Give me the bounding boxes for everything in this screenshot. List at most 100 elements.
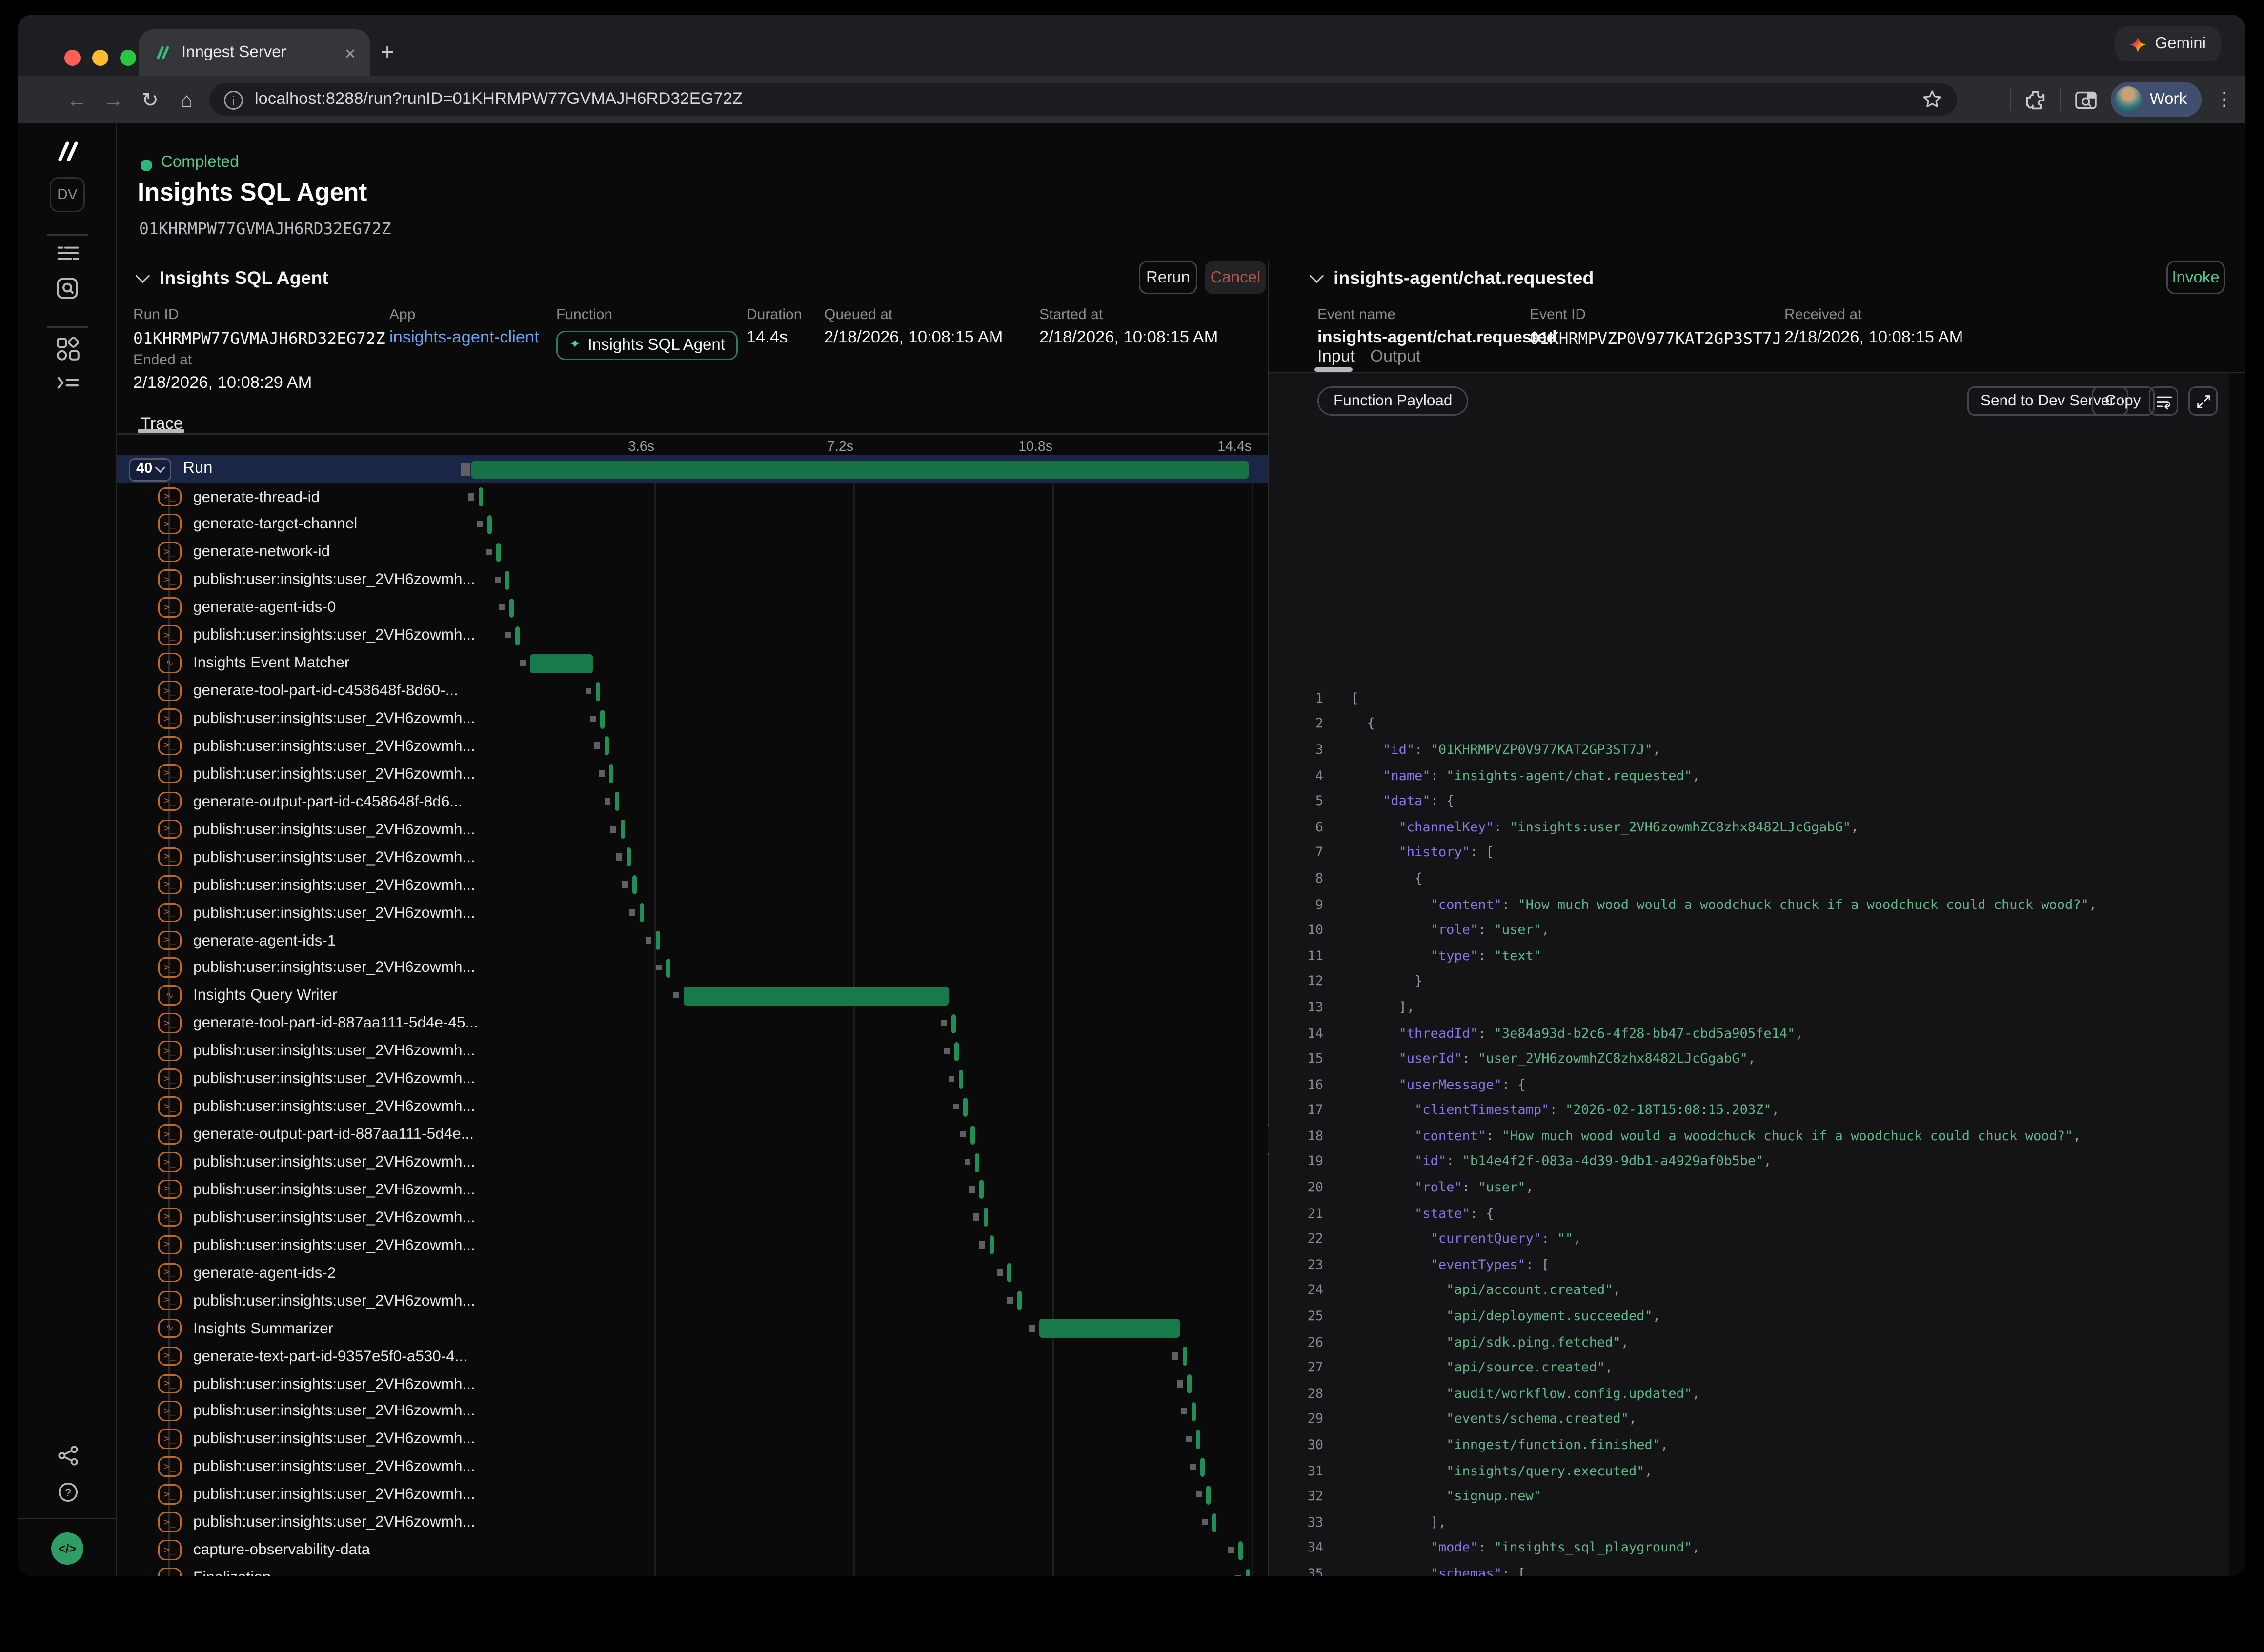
trace-row[interactable]: ∿Insights Event Matcher: [117, 649, 1268, 677]
gemini-button[interactable]: Gemini: [2115, 26, 2221, 61]
trace-row[interactable]: >_publish:user:insights:user_2VH6zowmh..…: [117, 1453, 1268, 1481]
trace-row[interactable]: >_generate-tool-part-id-887aa111-5d4e-45…: [117, 1009, 1268, 1037]
sidebar-item-apps[interactable]: [18, 337, 117, 362]
duration-bar[interactable]: [975, 1153, 979, 1172]
duration-bar[interactable]: [487, 515, 492, 534]
trace-row[interactable]: >_publish:user:insights:user_2VH6zowmh..…: [117, 1037, 1268, 1065]
duration-bar[interactable]: [530, 654, 593, 673]
help-icon[interactable]: ?: [18, 1481, 117, 1503]
sidebar-item-runs[interactable]: [18, 242, 117, 265]
trace-row[interactable]: ☑Finalization: [117, 1564, 1268, 1576]
tab-close-icon[interactable]: ×: [344, 43, 356, 62]
env-badge[interactable]: DV: [50, 177, 85, 212]
trace-row[interactable]: ∿Insights Query Writer: [117, 982, 1268, 1010]
window-controls[interactable]: [64, 50, 136, 66]
duration-bar[interactable]: [959, 1069, 963, 1088]
duration-bar[interactable]: [609, 765, 613, 784]
run-duration-bar[interactable]: [471, 461, 1249, 478]
trace-row[interactable]: >_publish:user:insights:user_2VH6zowmh..…: [117, 871, 1268, 899]
duration-bar[interactable]: [1192, 1402, 1196, 1421]
function-payload-button[interactable]: Function Payload: [1317, 386, 1468, 416]
duration-bar[interactable]: [684, 987, 949, 1006]
sidebar-item-events[interactable]: [18, 372, 117, 394]
search-tabs-icon[interactable]: [2074, 89, 2097, 111]
trace-row[interactable]: >_generate-agent-ids-2: [117, 1259, 1268, 1287]
trace-row[interactable]: >_publish:user:insights:user_2VH6zowmh..…: [117, 1065, 1268, 1093]
duration-bar[interactable]: [627, 848, 631, 867]
cancel-button[interactable]: Cancel: [1205, 261, 1266, 294]
trace-row[interactable]: >_publish:user:insights:user_2VH6zowmh..…: [117, 1481, 1268, 1509]
duration-bar[interactable]: [479, 487, 483, 506]
trace-row[interactable]: >_publish:user:insights:user_2VH6zowmh..…: [117, 705, 1268, 733]
inngest-logo-icon[interactable]: [18, 138, 117, 167]
trace-row[interactable]: >_publish:user:insights:user_2VH6zowmh..…: [117, 816, 1268, 844]
duration-bar[interactable]: [656, 931, 660, 950]
field-value[interactable]: ✦Insights SQL Agent: [556, 330, 738, 360]
trace-run-row[interactable]: 40 Run: [117, 455, 1268, 483]
duration-bar[interactable]: [596, 682, 600, 701]
duration-bar[interactable]: [1246, 1569, 1250, 1576]
minimize-window-icon[interactable]: [92, 50, 108, 66]
copy-button[interactable]: Copy: [2092, 386, 2154, 416]
duration-bar[interactable]: [951, 1014, 956, 1033]
trace-row[interactable]: >_publish:user:insights:user_2VH6zowmh..…: [117, 1204, 1268, 1231]
trace-row[interactable]: >_generate-target-channel: [117, 511, 1268, 539]
duration-bar[interactable]: [1206, 1485, 1211, 1504]
event-card-header[interactable]: insights-agent/chat.requested: [1312, 261, 1594, 296]
chevron-down-icon[interactable]: [136, 269, 150, 283]
trace-row[interactable]: >_generate-agent-ids-1: [117, 927, 1268, 954]
new-tab-button[interactable]: +: [381, 41, 394, 67]
run-card-header[interactable]: Insights SQL Agent: [138, 261, 328, 296]
trace-row[interactable]: >_publish:user:insights:user_2VH6zowmh..…: [117, 1148, 1268, 1176]
duration-bar[interactable]: [1187, 1374, 1192, 1393]
trace-row[interactable]: >_publish:user:insights:user_2VH6zowmh..…: [117, 899, 1268, 927]
duration-bar[interactable]: [621, 820, 625, 839]
trace-row[interactable]: >_publish:user:insights:user_2VH6zowmh..…: [117, 844, 1268, 871]
trace-row[interactable]: >_generate-agent-ids-0: [117, 594, 1268, 622]
trace-row[interactable]: >_publish:user:insights:user_2VH6zowmh..…: [117, 1176, 1268, 1204]
trace-row[interactable]: >_publish:user:insights:user_2VH6zowmh..…: [117, 1426, 1268, 1453]
trace-row[interactable]: >_generate-output-part-id-887aa111-5d4e.…: [117, 1121, 1268, 1148]
address-bar[interactable]: i localhost:8288/run?runID=01KHRMPW77GVM…: [209, 83, 1957, 116]
share-icon[interactable]: [18, 1445, 117, 1467]
extensions-icon[interactable]: [2024, 89, 2046, 111]
trace-row[interactable]: >_publish:user:insights:user_2VH6zowmh..…: [117, 622, 1268, 649]
tab-output[interactable]: Output: [1370, 348, 1421, 366]
expand-button[interactable]: [2188, 386, 2218, 416]
duration-bar[interactable]: [509, 598, 514, 617]
trace-row[interactable]: >_publish:user:insights:user_2VH6zowmh..…: [117, 760, 1268, 788]
profile-chip[interactable]: Work: [2110, 82, 2202, 117]
duration-bar[interactable]: [605, 737, 609, 756]
trace-row[interactable]: >_generate-network-id: [117, 539, 1268, 566]
duration-bar[interactable]: [1212, 1513, 1216, 1532]
duration-bar[interactable]: [990, 1236, 994, 1255]
duration-bar[interactable]: [505, 570, 509, 589]
bookmark-star-icon[interactable]: [1922, 89, 1942, 110]
back-icon[interactable]: ←: [59, 88, 95, 111]
trace-row[interactable]: >_publish:user:insights:user_2VH6zowmh..…: [117, 1370, 1268, 1398]
duration-bar[interactable]: [1200, 1457, 1205, 1476]
trace-row[interactable]: >_publish:user:insights:user_2VH6zowmh..…: [117, 732, 1268, 760]
duration-bar[interactable]: [640, 903, 644, 922]
trace-row[interactable]: >_generate-thread-id: [117, 483, 1268, 511]
duration-bar[interactable]: [1007, 1264, 1011, 1283]
tab-input[interactable]: Input: [1317, 348, 1355, 366]
browser-tab[interactable]: Inngest Server ×: [139, 29, 370, 76]
trace-row[interactable]: >_publish:user:insights:user_2VH6zowmh..…: [117, 1231, 1268, 1259]
duration-bar[interactable]: [600, 709, 605, 728]
duration-bar[interactable]: [515, 626, 520, 645]
close-window-icon[interactable]: [64, 50, 81, 66]
duration-bar[interactable]: [963, 1097, 968, 1116]
word-wrap-button[interactable]: [2149, 386, 2178, 416]
invoke-button[interactable]: Invoke: [2166, 261, 2225, 294]
duration-bar[interactable]: [615, 792, 619, 811]
duration-bar[interactable]: [979, 1180, 984, 1199]
duration-bar[interactable]: [954, 1042, 959, 1061]
duration-bar[interactable]: [666, 959, 670, 978]
trace-row[interactable]: >_generate-output-part-id-c458648f-8d6..…: [117, 788, 1268, 816]
trace-row[interactable]: >_capture-observability-data: [117, 1536, 1268, 1564]
reload-icon[interactable]: ↻: [132, 87, 168, 112]
sidebar-item-insights[interactable]: [18, 277, 117, 300]
duration-bar[interactable]: [984, 1208, 988, 1227]
chevron-down-icon[interactable]: [1310, 269, 1324, 283]
